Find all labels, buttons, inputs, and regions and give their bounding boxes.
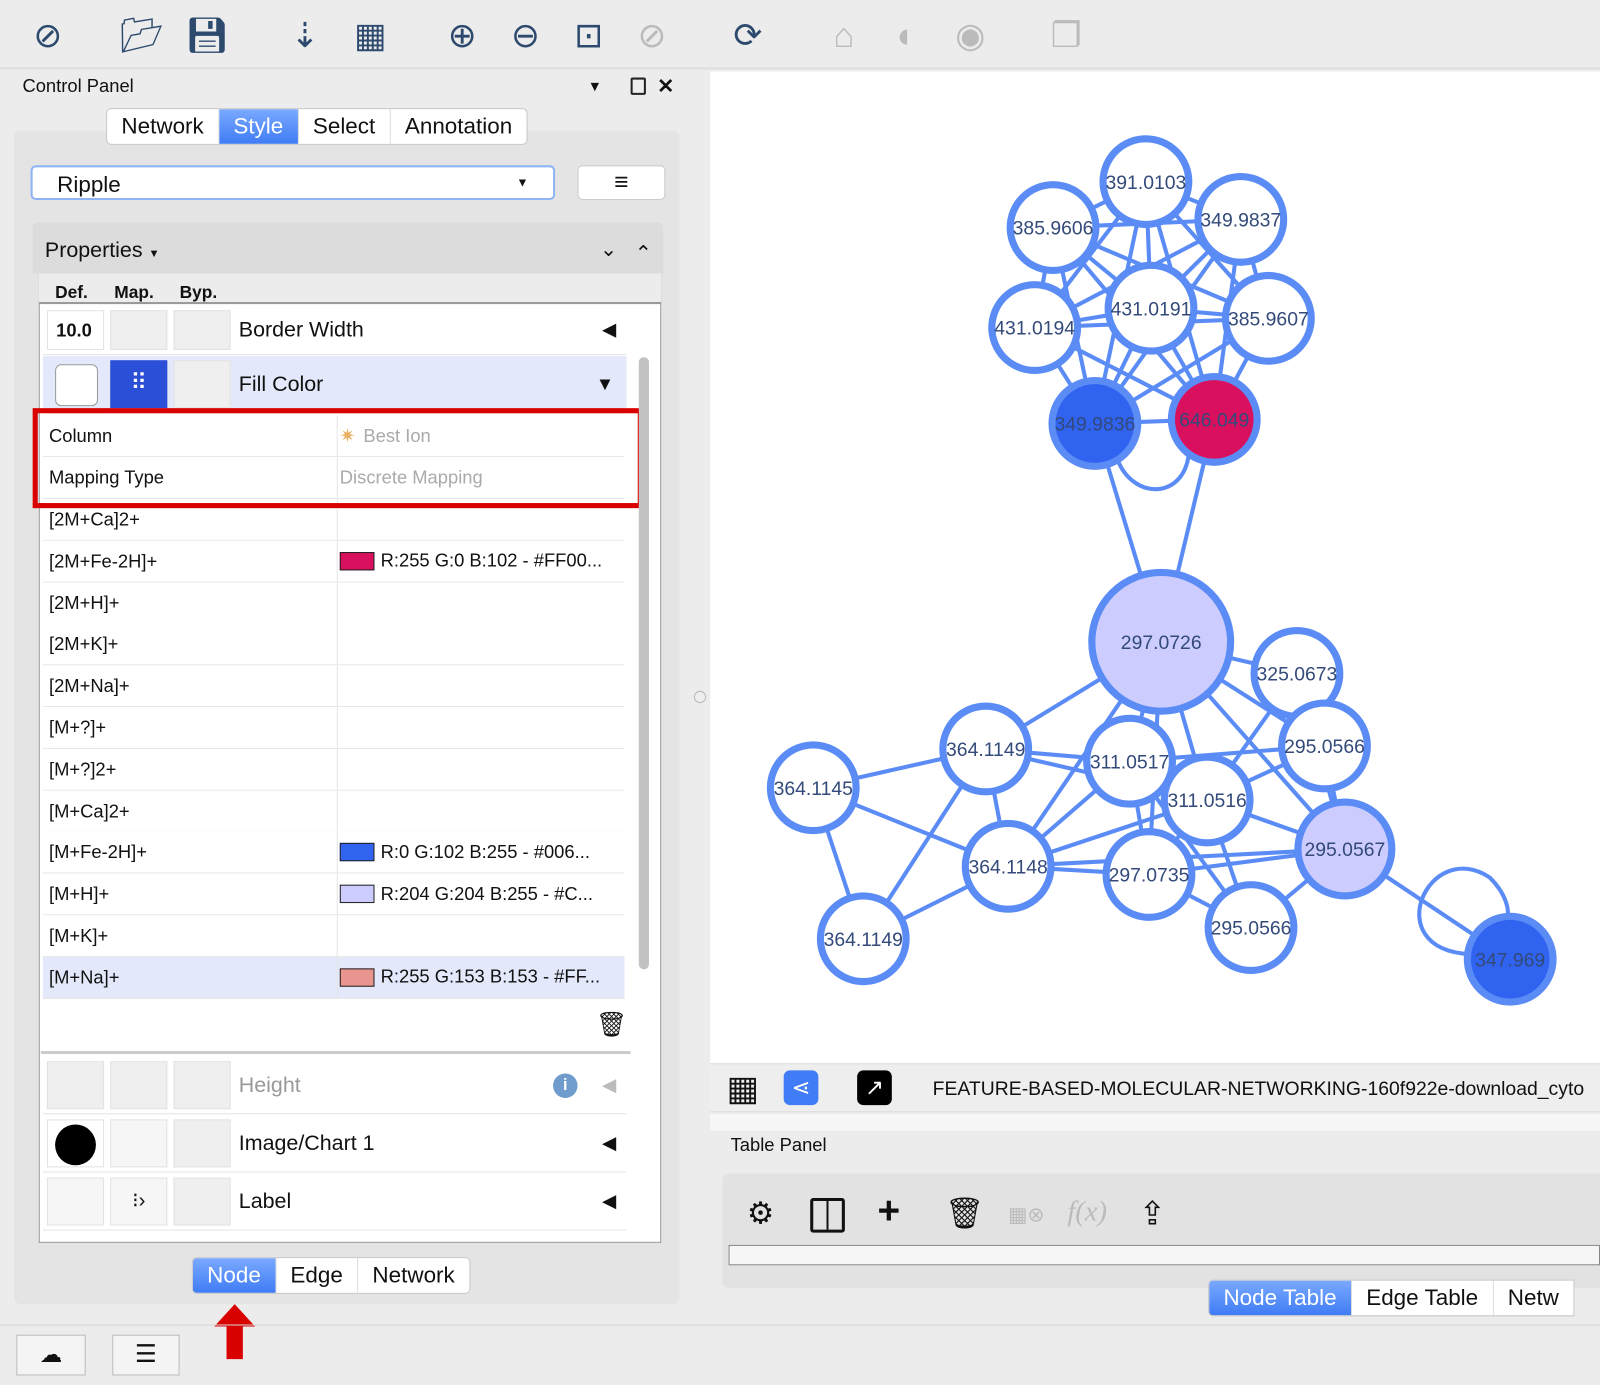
- function-builder-icon[interactable]: f(x): [1067, 1196, 1107, 1229]
- node-label: 646.049: [1179, 410, 1249, 432]
- table-header[interactable]: [728, 1244, 1600, 1266]
- node-label: 295.0566: [1211, 918, 1292, 940]
- node-label: 297.0735: [1109, 865, 1190, 887]
- property-label: Label: [238, 1189, 292, 1213]
- tab-network-style[interactable]: Network: [358, 1258, 469, 1293]
- table-panel-title: Table Panel: [730, 1134, 827, 1156]
- node-label: 364.1145: [774, 778, 853, 800]
- delete-column-icon[interactable]: 🗑︎: [945, 1196, 984, 1232]
- node-label: 364.1148: [968, 856, 1047, 878]
- property-label-row[interactable]: ⁝› Label ◀: [42, 1173, 627, 1231]
- tab-edge[interactable]: Edge: [276, 1258, 359, 1293]
- tab-edge-table[interactable]: Edge Table: [1352, 1280, 1494, 1316]
- property-label: Image/Chart 1: [238, 1131, 375, 1155]
- delete-table-icon[interactable]: ▦⊗: [1008, 1202, 1044, 1228]
- red-arrow-annotation: [214, 1304, 256, 1360]
- network-title: FEATURE-BASED-MOLECULAR-NETWORKING-160f9…: [932, 1078, 1585, 1100]
- bypass-cell[interactable]: [173, 1061, 231, 1110]
- add-icon[interactable]: +: [878, 1190, 901, 1234]
- node-label: 364.1149: [824, 929, 903, 951]
- node-label: 431.0191: [1111, 298, 1192, 320]
- tab-node[interactable]: Node: [192, 1258, 277, 1293]
- mapping-cell[interactable]: [110, 1061, 168, 1110]
- table-tabs: Node Table Edge Table Netw: [1208, 1279, 1575, 1317]
- node-label: 311.0517: [1090, 751, 1169, 773]
- node-label: 347.969: [1475, 949, 1545, 971]
- tab-node-table[interactable]: Node Table: [1209, 1280, 1352, 1316]
- bypass-cell[interactable]: [173, 1177, 231, 1226]
- default-cell[interactable]: [46, 1177, 105, 1226]
- property-image-chart[interactable]: Image/Chart 1 ◀: [42, 1115, 627, 1173]
- network-view-icon[interactable]: ⋖: [783, 1070, 819, 1106]
- node-label: 295.0566: [1284, 736, 1365, 758]
- node-label: 325.0673: [1257, 664, 1338, 686]
- edge[interactable]: [1115, 453, 1191, 492]
- node-label: 311.0516: [1167, 790, 1246, 812]
- export-table-icon[interactable]: ⇪: [1139, 1194, 1166, 1233]
- node-label: 385.9606: [1013, 218, 1094, 240]
- node-label: 349.9836: [1054, 414, 1135, 436]
- node-label: 431.0194: [994, 318, 1075, 340]
- default-cell[interactable]: [46, 1119, 105, 1168]
- node-label: 391.0103: [1106, 172, 1187, 194]
- pie-chart-icon: [55, 1124, 96, 1166]
- collapsed-arrow-icon[interactable]: ◀: [602, 1191, 616, 1212]
- node-label: 295.0567: [1304, 839, 1385, 861]
- property-label: Height: [238, 1072, 301, 1097]
- settings-icon[interactable]: ⚙: [747, 1196, 774, 1232]
- network-canvas[interactable]: 391.0103 385.9606 349.9837 431.0191 431.0194…: [0, 0, 1600, 1061]
- tab-network-table[interactable]: Netw: [1493, 1281, 1573, 1316]
- cloud-button[interactable]: ☁: [16, 1334, 86, 1376]
- info-icon[interactable]: i: [553, 1072, 578, 1098]
- node-edge-network-tabs: Node Edge Network: [191, 1257, 471, 1294]
- grid-view-icon[interactable]: ▦: [727, 1068, 760, 1109]
- collapsed-arrow-icon[interactable]: ◀: [602, 1133, 616, 1154]
- bypass-cell[interactable]: [173, 1119, 231, 1168]
- collapsed-arrow-icon[interactable]: ◀: [602, 1074, 616, 1095]
- network-view-toolbar: ▦ ⋖ ↗ FEATURE-BASED-MOLECULAR-NETWORKING…: [710, 1063, 1600, 1113]
- default-cell[interactable]: [46, 1061, 105, 1110]
- passthrough-mapping-icon[interactable]: ⁝›: [110, 1177, 168, 1226]
- node-label: 297.0726: [1121, 632, 1202, 654]
- node-label: 385.9607: [1228, 309, 1309, 331]
- mapping-cell[interactable]: [110, 1119, 168, 1168]
- list-button[interactable]: ☰: [112, 1334, 180, 1376]
- property-height[interactable]: Height i ◀: [42, 1057, 627, 1115]
- node-label: 364.1149: [946, 739, 1025, 761]
- detach-view-icon[interactable]: ↗: [857, 1070, 892, 1106]
- node-label: 349.9837: [1200, 210, 1281, 232]
- split-columns-icon[interactable]: [810, 1197, 845, 1233]
